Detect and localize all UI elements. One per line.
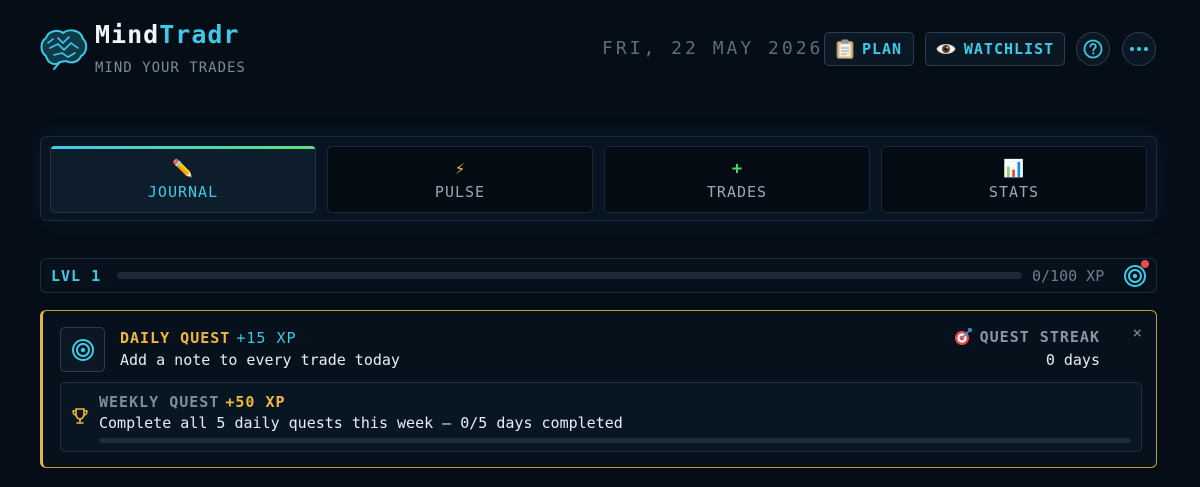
question-circle-icon <box>1083 39 1103 59</box>
trophy-icon <box>72 408 88 424</box>
daily-quest-description: Add a note to every trade today <box>120 351 400 369</box>
main-tabs: ✏️ JOURNAL ⚡ PULSE + TRADES 📊 STATS <box>40 136 1157 221</box>
more-horizontal-icon <box>1130 47 1148 51</box>
brand-tagline: MIND YOUR TRADES <box>95 60 246 76</box>
xp-count: 0/100 XP <box>1032 267 1105 285</box>
weekly-quest-xp: +50 XP <box>225 393 286 411</box>
tab-trades[interactable]: + TRADES <box>604 146 870 213</box>
close-icon[interactable]: × <box>1132 323 1142 342</box>
quest-streak-label: QUEST STREAK <box>979 328 1100 346</box>
current-date: FRI, 22 MAY 2026 <box>602 38 824 59</box>
weekly-quest-title: WEEKLY QUEST +50 XP <box>99 393 286 411</box>
plan-button[interactable]: PLAN <box>824 32 914 66</box>
tab-trades-label: TRADES <box>706 182 768 201</box>
daily-quest-title: DAILY QUEST +15 XP <box>120 329 297 347</box>
watchlist-button[interactable]: WATCHLIST <box>925 32 1065 66</box>
clipboard-icon <box>836 39 854 59</box>
daily-quest-icon-box <box>60 327 105 372</box>
tab-stats[interactable]: 📊 STATS <box>881 146 1147 213</box>
level-progress-bar: LVL 1 0/100 XP <box>40 258 1157 293</box>
pencil-icon: ✏️ <box>172 158 194 179</box>
dart-target-icon <box>954 328 972 345</box>
quest-streak-value: 0 days <box>1045 351 1100 369</box>
weekly-quest-description: Complete all 5 daily quests this week — … <box>99 414 623 432</box>
level-label: LVL 1 <box>51 267 102 285</box>
quest-streak: QUEST STREAK <box>954 328 1100 346</box>
daily-quest-xp: +15 XP <box>236 329 297 347</box>
weekly-quest-progress-track <box>99 438 1131 443</box>
tab-pulse-label: PULSE <box>434 182 486 201</box>
watchlist-button-label: WATCHLIST <box>963 40 1055 58</box>
tab-journal[interactable]: ✏️ JOURNAL <box>50 146 316 213</box>
plus-icon: + <box>731 158 743 179</box>
brain-logo-icon <box>40 29 88 70</box>
plan-button-label: PLAN <box>861 40 903 58</box>
tab-pulse[interactable]: ⚡ PULSE <box>327 146 593 213</box>
weekly-quest: WEEKLY QUEST +50 XP Complete all 5 daily … <box>60 382 1142 452</box>
tab-journal-label: JOURNAL <box>147 182 219 201</box>
brand-name: MindTradr <box>95 20 240 49</box>
tab-stats-label: STATS <box>988 182 1040 201</box>
quest-card: DAILY QUEST +15 XP Add a note to every tr… <box>40 310 1157 468</box>
target-icon <box>71 338 94 361</box>
notification-dot <box>1141 260 1149 268</box>
more-options-button[interactable] <box>1122 32 1156 66</box>
eye-icon <box>936 44 956 54</box>
xp-progress-track <box>117 272 1022 279</box>
help-button[interactable] <box>1076 32 1110 66</box>
lightning-icon: ⚡ <box>454 158 466 179</box>
bar-chart-icon: 📊 <box>1003 158 1025 179</box>
app-header: MindTradr MIND YOUR TRADES FRI, 22 MAY 2… <box>0 0 1200 110</box>
